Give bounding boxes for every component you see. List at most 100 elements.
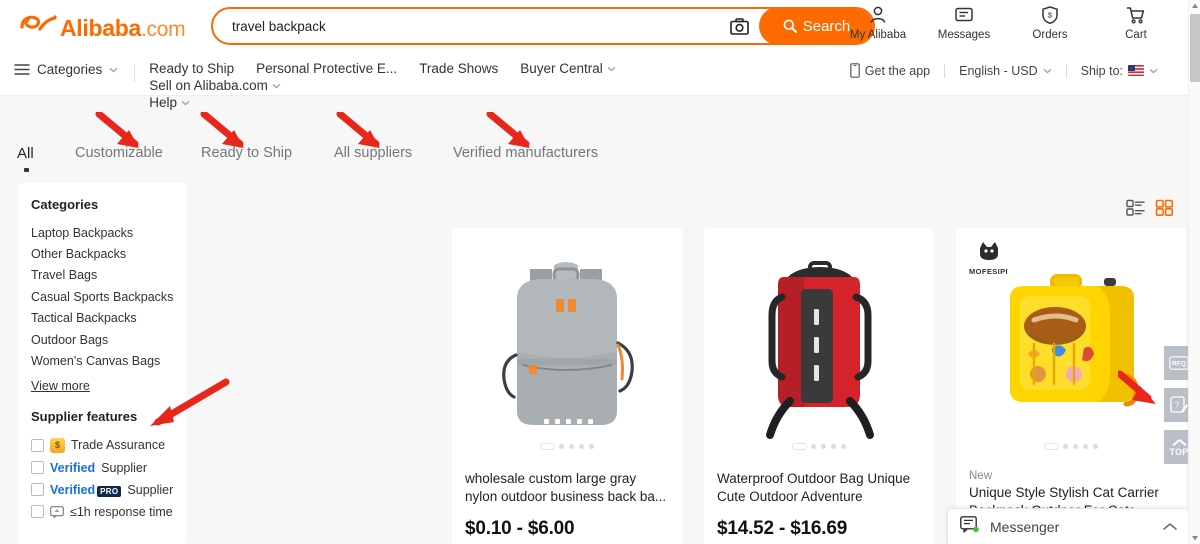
product-card[interactable]: wholesale custom large gray nylon outdoo… [452,228,682,544]
product-title[interactable]: Waterproof Outdoor Bag Unique Cute Outdo… [717,470,921,506]
product-info: Waterproof Outdoor Bag Unique Cute Outdo… [704,458,934,544]
messenger-icon [960,515,980,538]
product-image-red-drybag[interactable] [704,228,934,458]
filter-response-time[interactable]: ≤1h response time [18,501,186,523]
product-card[interactable]: MOFESIPI New Unique Style Stylish Cat Ca… [956,228,1186,544]
get-the-app-label: Get the app [864,63,931,78]
alibaba-logo[interactable]: Alibaba .com [18,10,186,42]
orders-shield-icon: $ [1042,6,1058,25]
grid-view-icon[interactable] [1155,198,1174,217]
sidebar-categories-title: Categories [31,197,99,212]
scroll-down-arrow-icon[interactable] [1191,534,1199,542]
filter-sidebar: Categories Laptop Backpacks Other Backpa… [18,183,186,544]
chevron-up-icon[interactable] [1163,522,1177,531]
message-icon [955,7,973,22]
supplier-features-title: Supplier features [31,408,138,424]
scroll-up-arrow-icon[interactable] [1191,2,1199,10]
my-alibaba-action[interactable]: My Alibaba [848,4,908,41]
tab-all-suppliers[interactable]: All suppliers [334,145,412,161]
search-button-label: Search [802,17,851,35]
rfq-icon: RFQ [1169,356,1189,370]
tab-verified-manufacturers[interactable]: Verified manufacturers [453,145,598,161]
search-icon [783,19,797,33]
messenger-label: Messenger [990,518,1060,535]
orders-action[interactable]: $ Orders [1020,4,1080,41]
chevron-down-icon [109,67,118,72]
language-currency-selector[interactable]: English - USD [945,64,1066,78]
tab-ready-to-ship[interactable]: Ready to Ship [201,145,292,161]
checkbox[interactable] [31,438,44,452]
back-to-top-label: TOP [1169,446,1189,457]
nav-link-sell-on-alibaba[interactable]: Sell on Alibaba.com [149,78,281,93]
sidebar-item-tactical-backpacks[interactable]: Tactical Backpacks [18,308,186,329]
us-flag-icon [1128,65,1144,76]
product-title[interactable]: wholesale custom large gray nylon outdoo… [465,470,669,506]
search-bar[interactable]: Search [211,7,875,45]
checkbox[interactable] [31,461,44,475]
list-view-icon[interactable] [1126,198,1145,217]
sidebar-item-outdoor-bags[interactable]: Outdoor Bags [18,329,186,350]
get-the-app-button[interactable]: Get the app [836,63,944,78]
mobile-phone-icon [849,63,860,78]
cart-label: Cart [1125,29,1147,41]
nav-link-buyer-central[interactable]: Buyer Central [520,61,616,76]
filter-trade-assurance[interactable]: $ Trade Assurance [18,434,186,457]
search-input[interactable] [213,9,719,43]
image-carousel-dots[interactable] [704,444,934,449]
nav-link-label: Sell on Alibaba.com [149,78,268,93]
image-carousel-dots[interactable] [956,444,1186,449]
sidebar-item-travel-bags[interactable]: Travel Bags [18,265,186,286]
sidebar-item-womens-canvas-bags[interactable]: Women's Canvas Bags [18,350,186,371]
my-alibaba-label: My Alibaba [849,29,907,41]
site-header: Alibaba.com Search [0,0,1188,52]
product-price: $0.10 - $6.00 [465,518,575,539]
hamburger-icon [14,64,30,75]
sidebar-item-laptop-backpacks[interactable]: Laptop Backpacks [18,222,186,243]
nav-link-label: Trade Shows [419,61,499,76]
nav-left-group: Categories Ready to Ship Personal Protec… [14,52,769,110]
product-image-yellow-cat-carrier[interactable]: MOFESIPI [956,228,1186,458]
user-icon [870,6,886,23]
categories-menu-button[interactable]: Categories [14,52,130,77]
chevron-down-icon [607,66,616,71]
filter-label: Supplier [127,482,174,497]
tab-all[interactable]: All [17,145,34,162]
filter-tabs: All Customizable Ready to Ship All suppl… [0,104,1188,172]
checkbox[interactable] [31,483,44,497]
categories-label: Categories [37,62,103,77]
page-scrollbar[interactable] [1188,0,1200,544]
filter-verified-pro-supplier[interactable]: Verified PRO Supplier [18,479,186,501]
cart-action[interactable]: Cart [1106,4,1166,41]
product-image-gray-backpack[interactable] [452,228,682,458]
view-mode-toggle [1126,198,1174,217]
chevron-up-icon [1172,438,1186,446]
scrollbar-thumb[interactable] [1190,14,1200,82]
svg-text:?: ? [1175,400,1180,409]
sidebar-item-other-backpacks[interactable]: Other Backpacks [18,243,186,264]
verified-badge-icon: Verified [50,460,96,475]
ship-to-label: Ship to: [1080,63,1123,78]
messages-action[interactable]: Messages [934,4,994,41]
filter-label: Supplier [101,460,148,475]
messenger-widget[interactable]: Messenger [947,508,1190,544]
checkbox[interactable] [31,505,44,519]
nav-link-ready-to-ship[interactable]: Ready to Ship [149,61,234,76]
nav-link-personal-protective[interactable]: Personal Protective E... [256,61,397,76]
tab-customizable[interactable]: Customizable [75,145,163,161]
product-card[interactable]: Waterproof Outdoor Bag Unique Cute Outdo… [704,228,934,544]
nav-link-trade-shows[interactable]: Trade Shows [419,61,498,76]
feedback-pencil-icon: ? [1170,396,1188,413]
logo-text-suffix: .com [140,18,186,41]
filter-label: ≤1h response time [70,504,173,519]
messages-label: Messages [937,29,991,41]
response-time-icon [50,505,64,518]
sidebar-item-casual-sports-backpacks[interactable]: Casual Sports Backpacks [18,286,186,307]
view-more-categories-link[interactable]: View more [18,372,90,393]
image-search-button[interactable] [719,9,759,43]
ship-to-selector[interactable]: Ship to: [1067,64,1172,78]
image-carousel-dots[interactable] [452,444,682,449]
nav-divider [134,64,136,82]
filter-verified-supplier[interactable]: Verified Supplier [18,457,186,479]
cart-icon [1126,7,1145,24]
nav-link-label: Buyer Central [520,61,603,76]
